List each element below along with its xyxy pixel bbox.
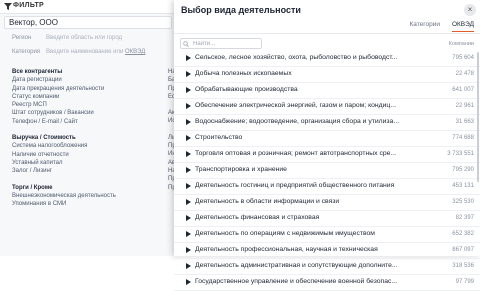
tab-okved[interactable]: ОКВЭД (451, 21, 474, 32)
activity-label: Государственное управление и обеспечение… (195, 278, 398, 285)
company-field[interactable]: Вектор, ООО (4, 16, 172, 29)
activity-row[interactable]: Сельское, лесное хозяйство, охота, рыбол… (174, 51, 480, 67)
activity-label: Деятельность профессиональная, научная и… (195, 246, 378, 253)
activity-count: 453 131 (452, 183, 474, 189)
activity-list: Сельское, лесное хозяйство, охота, рыбол… (174, 51, 480, 291)
activity-row[interactable]: Обрабатывающие производства 641 007 (174, 83, 480, 99)
scrollbar[interactable] (477, 52, 479, 182)
activity-row[interactable]: Деятельность в области информации и связ… (174, 195, 480, 211)
activity-count: 867 097 (452, 247, 474, 253)
filter-item[interactable]: Штат сотрудников / Вакансии (12, 109, 116, 117)
activity-count: 795 604 (452, 55, 474, 61)
filter-item[interactable]: Статус компании (12, 93, 116, 101)
caret-right-icon[interactable] (186, 87, 191, 93)
region-input[interactable]: Введите область или город (46, 35, 122, 41)
activity-row[interactable]: Деятельность финансовая и страховая 82 39… (174, 211, 480, 227)
divider (174, 33, 480, 34)
activity-row[interactable]: Строительство 774 688 (174, 131, 480, 147)
filter-item[interactable]: Наличие отчетности (12, 151, 116, 159)
filter-item[interactable]: Дата прекращения деятельности (12, 85, 116, 93)
filter-groups: Все контрагенты Дата регистрации Дата прек… (12, 68, 116, 208)
caret-right-icon[interactable] (186, 103, 191, 109)
activity-label: Сельское, лесное хозяйство, охота, рыбол… (195, 54, 398, 61)
activity-label: Строительство (195, 134, 243, 141)
caret-right-icon[interactable] (186, 119, 191, 125)
filter-item[interactable]: Реестр МСП (12, 101, 116, 109)
filter-group-title[interactable]: Все контрагенты (12, 68, 116, 76)
activity-label: Транспортировка и хранение (195, 166, 287, 173)
caret-right-icon[interactable] (186, 263, 191, 269)
caret-right-icon[interactable] (186, 55, 191, 61)
activity-count: 774 688 (452, 135, 474, 141)
activity-row[interactable]: Государственное управление и обеспечение… (174, 275, 480, 291)
activity-row[interactable]: Добыча полезных ископаемых 22 478 (174, 67, 480, 83)
filter-icon (4, 3, 12, 10)
activity-label: Деятельность финансовая и страховая (195, 214, 320, 221)
caret-right-icon[interactable] (186, 279, 191, 285)
activity-label: Обрабатывающие производства (195, 86, 298, 93)
caret-right-icon[interactable] (186, 151, 191, 157)
activity-count: 97 799 (455, 279, 474, 285)
activity-label: Деятельность гостиниц и предприятий обще… (195, 182, 395, 189)
caret-right-icon[interactable] (186, 167, 191, 173)
caret-right-icon[interactable] (186, 231, 191, 237)
search-input[interactable] (193, 40, 259, 48)
caret-right-icon[interactable] (186, 71, 191, 77)
activity-label: Торговля оптовая и розничная; ремонт авт… (195, 150, 397, 157)
activity-row[interactable]: Водоснабжение; водоотведение, организаци… (174, 115, 480, 131)
search-icon (183, 41, 189, 47)
activity-row[interactable]: Обеспечение электрической энергией, газо… (174, 99, 480, 115)
filter-item[interactable]: Телефон / E-mail / Сайт (12, 118, 116, 126)
activity-count: 325 530 (452, 199, 474, 205)
filter-item[interactable]: Уставный капитал (12, 159, 116, 167)
category-placeholder: Введите наименование или (46, 49, 124, 55)
activity-count: 641 007 (452, 87, 474, 93)
activity-count: 31 663 (455, 119, 474, 125)
caret-right-icon[interactable] (186, 215, 191, 221)
activity-row[interactable]: Деятельность гостиниц и предприятий обще… (174, 179, 480, 195)
filter-group-title[interactable]: Торги / Кроме (12, 184, 116, 192)
region-label: Регион (12, 35, 32, 41)
close-button[interactable]: × (464, 4, 476, 16)
filter-item[interactable]: Система налогообложения (12, 142, 116, 150)
filter-item[interactable]: Дата регистрации (12, 76, 116, 84)
activity-row[interactable]: Деятельность по операциям с недвижимым и… (174, 227, 480, 243)
companies-column-header: Компании (448, 41, 474, 47)
activity-count: 652 382 (452, 231, 474, 237)
activity-row[interactable]: Торговля оптовая и розничная; ремонт авт… (174, 147, 480, 163)
activity-count: 22 961 (455, 103, 474, 109)
modal-title: Выбор вида деятельности (181, 5, 301, 15)
caret-right-icon[interactable] (186, 135, 191, 141)
modal-tabs: Категории ОКВЭД (409, 21, 474, 32)
activity-row[interactable]: Деятельность профессиональная, научная и… (174, 243, 480, 259)
caret-right-icon[interactable] (186, 183, 191, 189)
category-label: Категория (12, 49, 41, 55)
activity-count: 795 290 (452, 167, 474, 173)
activity-label: Водоснабжение; водоотведение, организаци… (195, 118, 399, 125)
activity-count: 3 733 551 (447, 151, 474, 157)
search-box[interactable] (180, 38, 262, 49)
tab-categories[interactable]: Категории (409, 21, 440, 32)
activity-label: Обеспечение электрической энергией, газо… (195, 102, 396, 109)
activity-row[interactable]: Деятельность административная и сопутств… (174, 259, 480, 275)
okved-link[interactable]: ОКВЭД (125, 49, 145, 55)
filter-item[interactable]: Залог / Лизинг (12, 167, 116, 175)
activity-label: Добыча полезных ископаемых (195, 70, 292, 77)
activity-modal: Выбор вида деятельности × Категории ОКВЭ… (174, 0, 480, 291)
caret-right-icon[interactable] (186, 199, 191, 205)
activity-count: 22 478 (455, 71, 474, 77)
activity-label: Деятельность в области информации и связ… (195, 198, 340, 205)
caret-right-icon[interactable] (186, 247, 191, 253)
activity-row[interactable]: Транспортировка и хранение 795 290 (174, 163, 480, 179)
activity-label: Деятельность по операциям с недвижимым и… (195, 230, 375, 237)
filter-group-title[interactable]: Выручка / Стоимость (12, 134, 116, 142)
activity-count: 318 536 (452, 263, 474, 269)
filter-title: ФИЛЬТР (13, 2, 44, 9)
category-input[interactable]: Введите наименование или ОКВЭД (46, 49, 145, 55)
activity-count: 82 397 (455, 215, 474, 221)
activity-label: Деятельность административная и сопутств… (195, 262, 398, 269)
filter-item[interactable]: Внешнеэкономическая деятельность (12, 192, 116, 200)
filter-item[interactable]: Упоминания в СМИ (12, 200, 116, 208)
